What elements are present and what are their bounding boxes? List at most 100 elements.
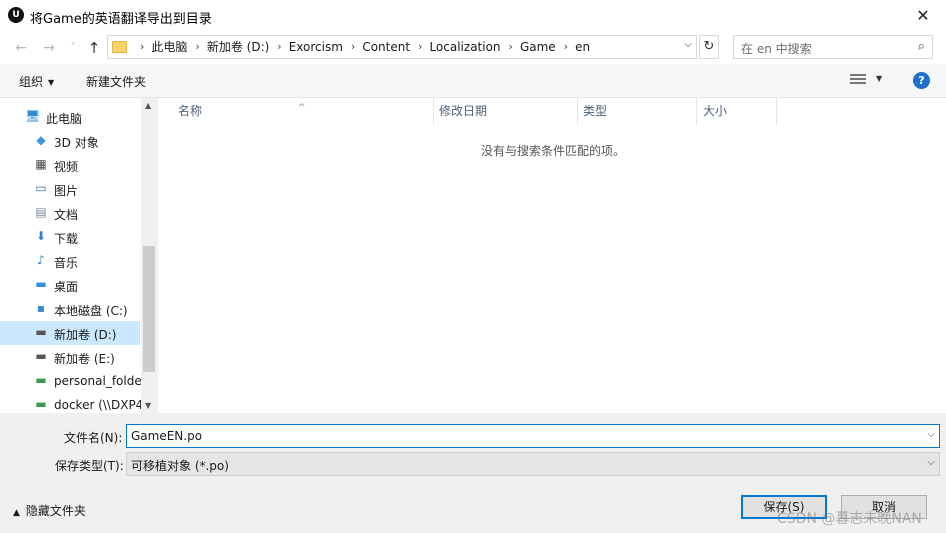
column-header-size[interactable]: 大小 xyxy=(683,98,776,125)
document-icon: ▤ xyxy=(35,205,47,219)
hide-folders-label: 隐藏文件夹 xyxy=(25,504,86,518)
breadcrumb-item[interactable]: 此电脑 xyxy=(151,36,187,58)
forward-arrow-icon[interactable]: → xyxy=(40,39,58,57)
filename-label: 文件名(N): xyxy=(64,431,123,445)
filetype-chevron-icon[interactable]: ⌵ xyxy=(927,457,935,468)
breadcrumb-separator-icon[interactable]: › xyxy=(269,36,288,58)
breadcrumb-item[interactable]: Content xyxy=(362,36,410,58)
breadcrumb-separator-icon[interactable]: › xyxy=(187,36,206,58)
close-button[interactable]: ✕ xyxy=(900,0,946,31)
sidebar-item-label: 文档 xyxy=(54,208,79,222)
breadcrumb-separator-icon[interactable]: › xyxy=(410,36,429,58)
breadcrumb-item[interactable]: en xyxy=(575,36,590,58)
file-list: 名称 ^ 修改日期 类型 大小 没有与搜索条件匹配的项。 xyxy=(158,98,946,413)
breadcrumb-separator-icon[interactable]: › xyxy=(343,36,362,58)
scroll-down-arrow-icon[interactable]: ▼ xyxy=(145,401,151,410)
sidebar-item[interactable]: ▬ personal_folde xyxy=(0,369,141,393)
download-icon: ⬇ xyxy=(35,229,47,243)
video-icon: ▦ xyxy=(35,157,47,171)
save-form: 文件名(N): GameEN.po ⌵ 保存类型(T): 可移植对象 (*.po… xyxy=(0,413,946,533)
sidebar-item-label: 图片 xyxy=(54,184,79,198)
organize-menu-button[interactable]: 组织 ▼ xyxy=(19,73,54,90)
sidebar-item[interactable]: ▬ 新加卷 (D:) xyxy=(0,321,140,345)
column-divider[interactable] xyxy=(776,98,777,125)
up-folder-arrow-icon[interactable]: ↑ xyxy=(85,39,103,57)
new-folder-button[interactable]: 新建文件夹 xyxy=(86,73,146,90)
sidebar-item[interactable]: ▬ docker (\\DXP4 xyxy=(0,393,144,413)
sidebar-item[interactable]: ▦ 视频 xyxy=(0,153,140,177)
navigation-pane: 🖥 此电脑 ◆ 3D 对象 ▦ 视频 ▭ 图片 ▤ 文档 ⬇ 下载 ♪ 音乐 ▬ 桌面 ▪ 本地磁盘 (C:) ▬ 新… xyxy=(0,98,157,413)
sidebar-item-label: 桌面 xyxy=(54,280,79,294)
music-icon: ♪ xyxy=(37,253,45,267)
sidebar-item-label: 视频 xyxy=(54,160,79,174)
window-title: 将Game的英语翻译导出到目录 xyxy=(30,12,212,27)
organize-label: 组织 xyxy=(19,75,44,89)
breadcrumb-item[interactable]: 新加卷 (D:) xyxy=(207,36,269,58)
refresh-button[interactable]: ↻ xyxy=(699,35,719,59)
sidebar-item-label: 此电脑 xyxy=(46,112,83,126)
breadcrumb: › 此电脑 › 新加卷 (D:) › Exorcism › Content › Localizat… xyxy=(132,36,590,58)
drive-icon: ▬ xyxy=(35,349,47,363)
sidebar-item-label: 3D 对象 xyxy=(54,136,99,150)
sidebar-item[interactable]: 🖥 此电脑 xyxy=(0,105,140,129)
sidebar-item[interactable]: ▬ 新加卷 (E:) xyxy=(0,345,140,369)
column-name-label: 名称 xyxy=(178,104,203,118)
unreal-engine-logo-icon: U xyxy=(8,7,24,23)
filename-value[interactable]: GameEN.po xyxy=(131,429,202,443)
filetype-value: 可移植对象 (*.po) xyxy=(131,459,229,473)
breadcrumb-separator-icon[interactable]: › xyxy=(556,36,575,58)
breadcrumb-separator-icon[interactable]: › xyxy=(501,36,520,58)
caret-down-icon: ▼ xyxy=(48,78,55,87)
sidebar-item-label: docker (\\DXP4 xyxy=(54,398,144,412)
address-bar[interactable]: › 此电脑 › 新加卷 (D:) › Exorcism › Content › Localizat… xyxy=(107,35,697,59)
filetype-select[interactable]: 可移植对象 (*.po) ⌵ xyxy=(126,452,940,476)
breadcrumb-separator-icon[interactable]: › xyxy=(132,36,151,58)
picture-icon: ▭ xyxy=(35,181,47,195)
view-caret-down-icon[interactable]: ▼ xyxy=(876,74,882,83)
back-arrow-icon[interactable]: ← xyxy=(12,39,30,57)
filename-field[interactable]: GameEN.po ⌵ xyxy=(126,424,940,448)
search-input[interactable]: 在 en 中搜索 xyxy=(741,40,812,57)
caret-up-icon: ▲ xyxy=(13,508,20,518)
sidebar-item[interactable]: ▤ 文档 xyxy=(0,201,140,225)
drive-icon: ▬ xyxy=(35,325,47,339)
recent-locations-chevron-icon[interactable]: ˅ xyxy=(64,39,82,57)
sidebar-item[interactable]: ♪ 音乐 xyxy=(0,249,140,273)
address-history-chevron-icon[interactable]: ⌵ xyxy=(684,39,692,50)
breadcrumb-item[interactable]: Game xyxy=(520,36,556,58)
cube-3d-icon: ◆ xyxy=(36,133,46,147)
empty-folder-message: 没有与搜索条件匹配的项。 xyxy=(481,144,626,158)
sidebar-item[interactable]: ▭ 图片 xyxy=(0,177,140,201)
breadcrumb-item[interactable]: Localization xyxy=(429,36,500,58)
scrollbar-thumb[interactable] xyxy=(143,246,155,372)
sidebar-item-label: 新加卷 (D:) xyxy=(54,328,117,342)
sidebar-item-label: 本地磁盘 (C:) xyxy=(54,304,128,318)
hide-folders-toggle[interactable]: ▲ 隐藏文件夹 xyxy=(13,502,86,519)
sidebar-item[interactable]: ⬇ 下载 xyxy=(0,225,140,249)
sidebar-item[interactable]: ▪ 本地磁盘 (C:) xyxy=(0,297,140,321)
filetype-label: 保存类型(T): xyxy=(55,459,124,473)
network-drive-icon: ▬ xyxy=(35,373,47,387)
help-icon[interactable]: ? xyxy=(913,72,930,89)
watermark: CSDN @暮志未晚NAN xyxy=(777,511,922,527)
view-options-icon[interactable] xyxy=(850,74,866,86)
sort-ascending-icon: ^ xyxy=(298,103,306,113)
scroll-up-arrow-icon[interactable]: ▲ xyxy=(145,101,151,110)
filename-history-chevron-icon[interactable]: ⌵ xyxy=(927,429,935,440)
sidebar-item[interactable]: ◆ 3D 对象 xyxy=(0,129,140,153)
search-box[interactable]: 在 en 中搜索 ⌕ xyxy=(733,35,933,59)
column-header-type[interactable]: 类型 xyxy=(563,98,696,125)
navigation-pane-scrollbar[interactable]: ▲ ▼ xyxy=(141,98,157,413)
breadcrumb-item[interactable]: Exorcism xyxy=(289,36,343,58)
network-drive-icon: ▬ xyxy=(35,397,47,411)
sidebar-item-label: 新加卷 (E:) xyxy=(54,352,115,366)
sidebar-item-label: 音乐 xyxy=(54,256,79,270)
navigation-bar: ← → ˅ ↑ › 此电脑 › 新加卷 (D:) › Exorcism › Content › L… xyxy=(0,31,946,64)
system-drive-icon: ▪ xyxy=(36,301,46,315)
column-header-name[interactable]: 名称 ^ xyxy=(158,98,433,125)
computer-icon: 🖥 xyxy=(25,109,41,123)
title-bar: U 将Game的英语翻译导出到目录 ✕ xyxy=(0,0,946,31)
column-header-date[interactable]: 修改日期 xyxy=(419,98,577,125)
command-toolbar: 组织 ▼ 新建文件夹 ▼ ? xyxy=(0,64,946,98)
sidebar-item[interactable]: ▬ 桌面 xyxy=(0,273,140,297)
